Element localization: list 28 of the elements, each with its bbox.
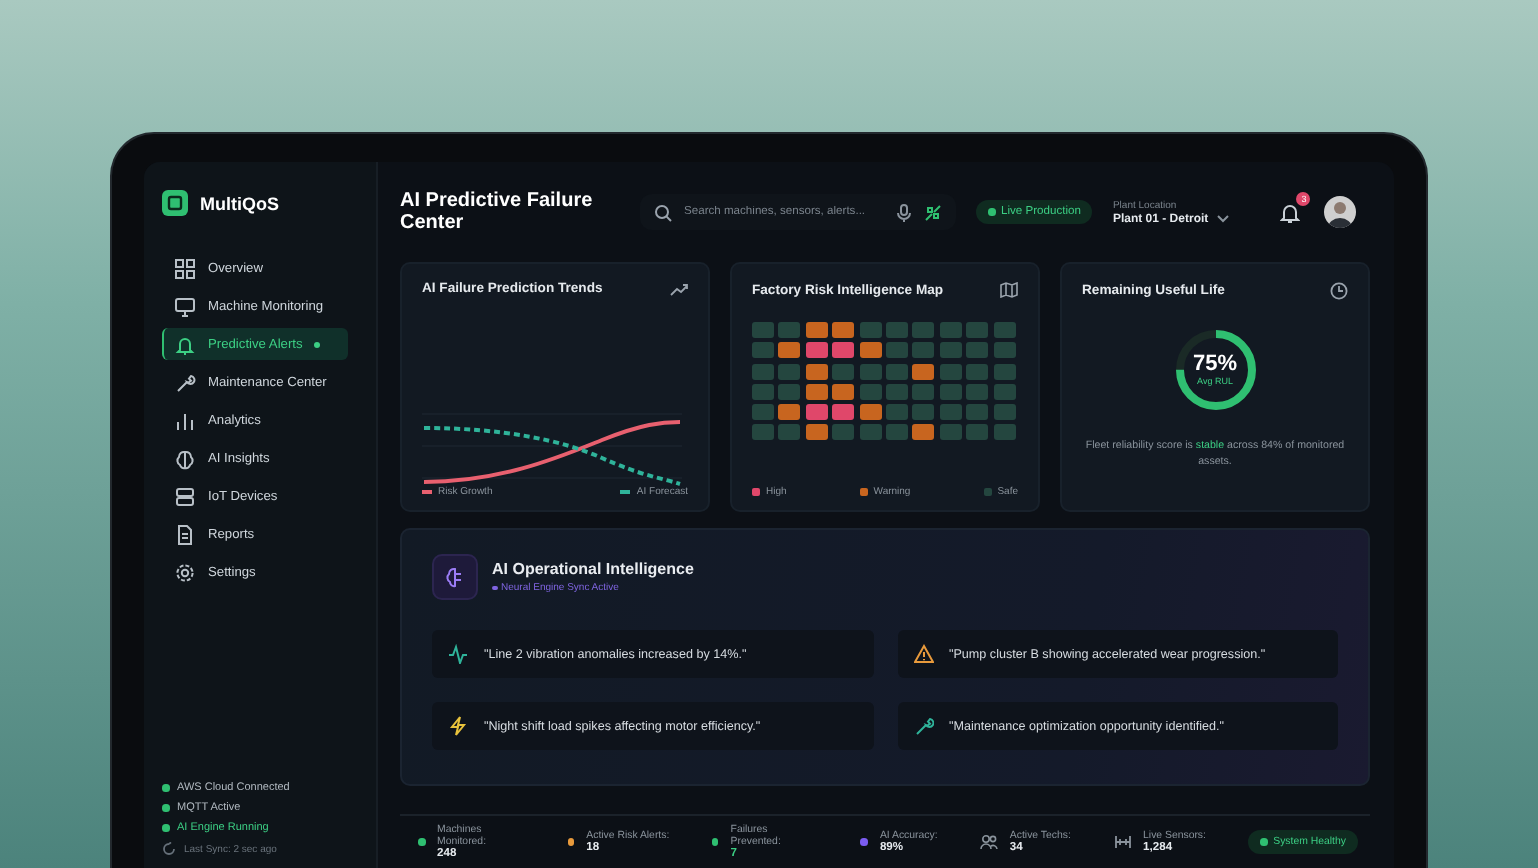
grid-icon [174, 257, 196, 279]
trend-up-icon [670, 283, 688, 295]
clock-icon [1330, 282, 1348, 300]
warning-icon [913, 644, 933, 664]
document-icon [174, 523, 196, 545]
bell-icon [1280, 201, 1301, 223]
wrench-icon [174, 371, 196, 393]
pulse-icon [448, 644, 468, 664]
logo-icon [162, 190, 188, 216]
settings-icon [174, 561, 196, 583]
chevron-down-icon [1216, 214, 1231, 224]
avatar[interactable] [1324, 196, 1357, 228]
map-icon [1000, 282, 1018, 298]
panel-title: AI Operational Intelligence [492, 560, 694, 578]
sync-icon [162, 842, 176, 856]
bell-icon [174, 333, 196, 355]
server-icon [174, 485, 196, 507]
microphone-icon [896, 203, 912, 221]
page-title: AI Predictive Failure Center [400, 190, 595, 234]
brand-name: MultiQoS [200, 193, 279, 213]
gauge-value: 75% [1192, 354, 1238, 376]
search-icon [654, 203, 672, 221]
wrench-icon [913, 716, 933, 736]
lightning-icon [448, 716, 468, 736]
sensor-icon [1113, 834, 1132, 850]
bar-chart-icon [174, 409, 196, 431]
monitor-icon [174, 295, 196, 317]
people-icon [979, 834, 998, 850]
